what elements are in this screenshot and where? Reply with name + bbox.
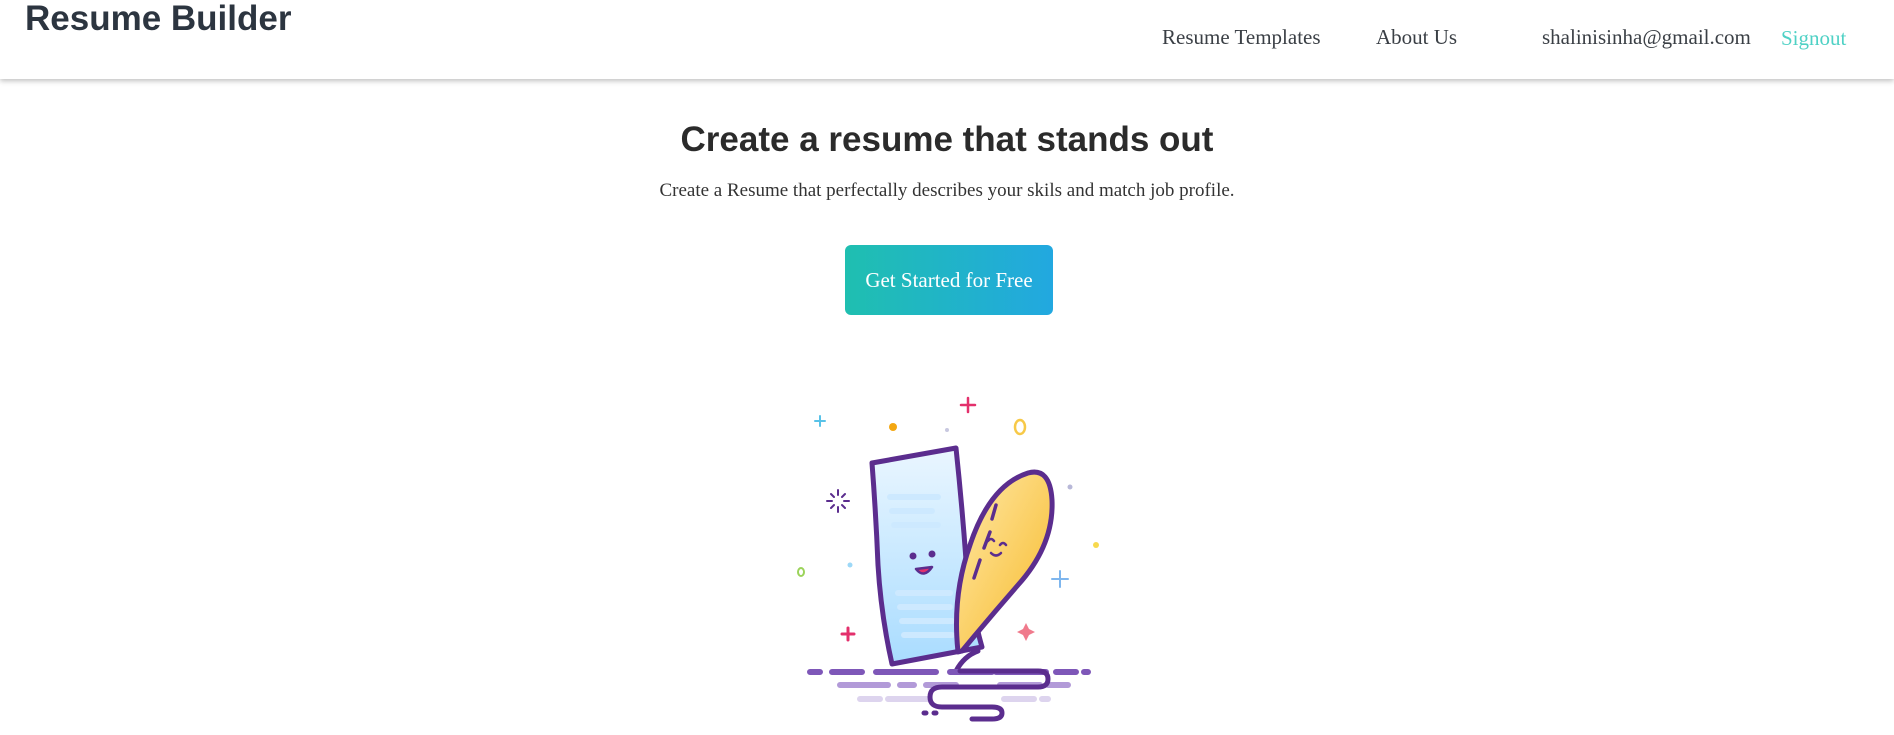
- user-email: shalinisinha@gmail.com: [1542, 25, 1751, 49]
- ground-lines: [807, 668, 1091, 722]
- nav-about-us[interactable]: About Us: [1376, 24, 1457, 50]
- resume-quill-illustration: [797, 396, 1099, 722]
- top-navbar: Resume Builder Resume Templates About Us…: [0, 0, 1894, 79]
- quill-character: [953, 469, 1055, 674]
- nav-resume-templates[interactable]: Resume Templates: [1162, 24, 1321, 50]
- signout-link[interactable]: Signout: [1781, 25, 1846, 51]
- brand-title[interactable]: Resume Builder: [25, 0, 291, 38]
- get-started-button[interactable]: Get Started for Free: [845, 245, 1053, 315]
- hero-subtitle: Create a Resume that perfectally describ…: [659, 180, 1235, 201]
- hero-title: Create a resume that stands out: [680, 120, 1214, 159]
